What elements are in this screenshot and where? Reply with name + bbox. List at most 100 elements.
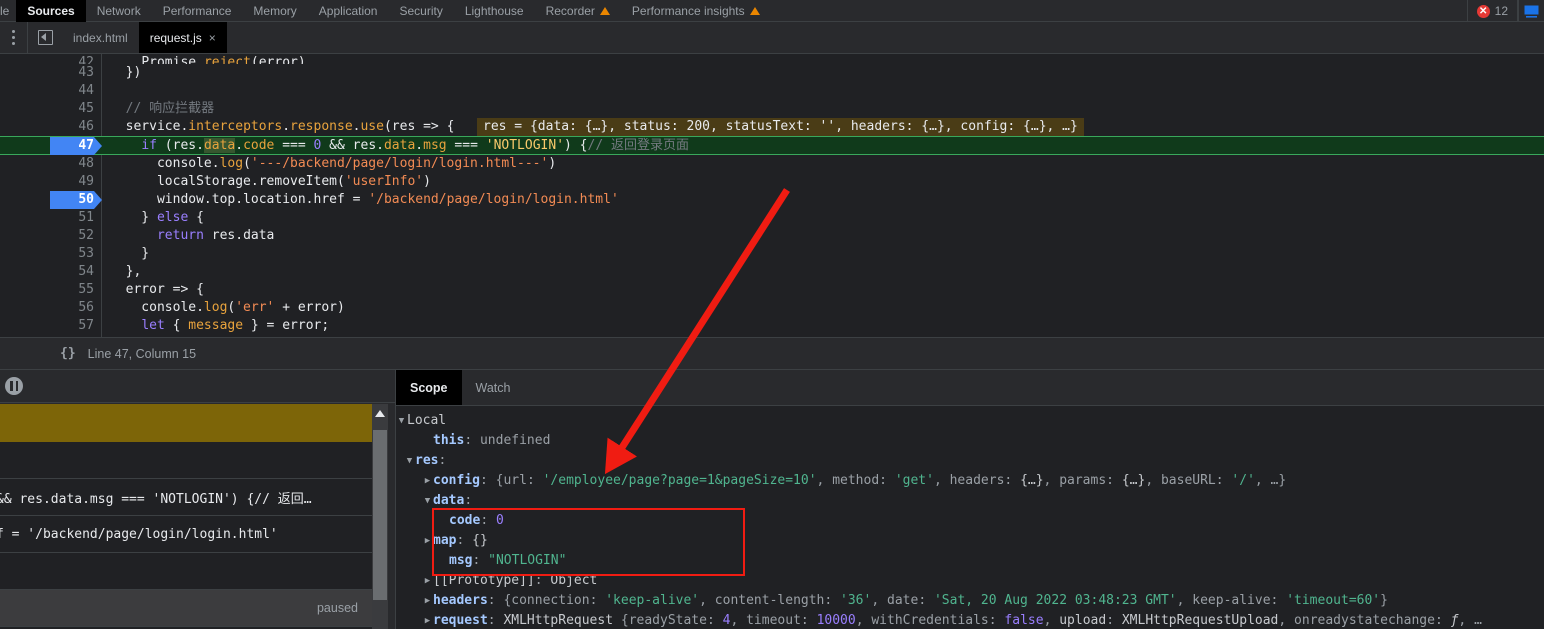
breakpoint-row[interactable] (0, 553, 372, 590)
error-circle-x-icon: ✕ (1476, 4, 1490, 18)
line-number[interactable]: 50 (50, 191, 94, 209)
breakpoint-row[interactable]: && res.data.msg === 'NOTLOGIN') {// 返回… (0, 479, 372, 516)
line-number[interactable]: 42 (50, 54, 94, 64)
scope-row[interactable]: ▶this: undefined (396, 431, 1544, 451)
tab-memory[interactable]: Memory (242, 0, 307, 22)
scope-row[interactable]: ▶ headers: {connection: 'keep-alive', con… (396, 591, 1544, 611)
line-number[interactable]: 52 (50, 227, 94, 245)
scope-row[interactable]: ▼ res: (396, 451, 1544, 471)
scope-row[interactable]: ▶ request: XMLHttpRequest {readyState: 4,… (396, 611, 1544, 629)
line-number[interactable]: 48 (50, 155, 94, 173)
devtools-drawer-icon[interactable] (1518, 0, 1544, 22)
code-line[interactable]: 50 window.top.location.href = '/backend/… (0, 191, 1544, 209)
breakpoint-row[interactable] (0, 404, 372, 442)
code-line[interactable]: 46 service.interceptors.response.use(res… (0, 118, 1544, 136)
tab-label: Sources (27, 4, 75, 18)
line-number[interactable]: 54 (50, 263, 94, 281)
code-line[interactable]: 51 } else { (0, 209, 1544, 227)
code-line[interactable]: 42 Promise.reject(error) (0, 54, 1544, 64)
code-line[interactable]: 55 error => { (0, 281, 1544, 299)
code-line[interactable]: 52 return res.data (0, 227, 1544, 245)
line-number[interactable]: 43 (50, 64, 94, 82)
scope-row[interactable]: ▼ Local (396, 411, 1544, 431)
chevron-right-icon[interactable]: ▶ (422, 571, 433, 591)
tab-watch[interactable]: Watch (462, 370, 525, 405)
breakpoint-marker[interactable] (94, 191, 102, 209)
breakpoint-marker[interactable] (94, 137, 102, 155)
pretty-print-icon[interactable]: {} (60, 346, 76, 361)
code-line[interactable]: 43 }) (0, 64, 1544, 82)
scope-row[interactable]: ▶ map: {} (396, 531, 1544, 551)
scrollbar-thumb[interactable] (373, 430, 387, 600)
code-line[interactable]: 54 }, (0, 263, 1544, 281)
line-number[interactable]: 49 (50, 173, 94, 191)
line-number[interactable]: 55 (50, 281, 94, 299)
line-number[interactable]: 51 (50, 209, 94, 227)
breakpoints-scrollbar[interactable] (372, 404, 388, 629)
tab-scope[interactable]: Scope (396, 370, 462, 405)
chevron-right-icon[interactable]: ▶ (422, 531, 433, 551)
scope-tree[interactable]: ▼Local▶this: undefined▼res:▶config: {url… (396, 406, 1544, 629)
scope-property-name: data (433, 493, 465, 508)
breakpoint-row[interactable] (0, 442, 372, 479)
code-line[interactable]: 56 console.log('err' + error) (0, 299, 1544, 317)
tab-application[interactable]: Application (308, 0, 389, 22)
breakpoint-row[interactable]: f = '/backend/page/login/login.html' (0, 516, 372, 553)
chevron-down-icon[interactable]: ▼ (422, 491, 433, 511)
scope-property-value-part: '/employee/page?page=1&pageSize=10' (542, 473, 817, 488)
scroll-up-arrow-icon[interactable] (375, 410, 385, 417)
line-number[interactable]: 56 (50, 299, 94, 317)
code-line[interactable]: 45 // 响应拦截器 (0, 100, 1544, 118)
debugger-sidebar: && res.data.msg === 'NOTLOGIN') {// 返回… f… (0, 370, 395, 629)
file-tab-index-html[interactable]: index.html (62, 22, 139, 53)
error-count-badge[interactable]: ✕ 12 (1466, 0, 1518, 22)
show-navigator-icon[interactable] (28, 22, 62, 53)
scope-row[interactable]: ▶ [[Prototype]]: Object (396, 571, 1544, 591)
chevron-right-icon[interactable]: ▶ (422, 591, 433, 611)
tab-recorder[interactable]: Recorder (535, 0, 621, 22)
tab-security[interactable]: Security (388, 0, 453, 22)
scope-row[interactable]: ▶ config: {url: '/employee/page?page=1&pa… (396, 471, 1544, 491)
scope-property-value-part: connection (511, 593, 590, 608)
chevron-right-icon[interactable]: ▶ (422, 611, 433, 629)
line-number[interactable]: 46 (50, 118, 94, 136)
line-number[interactable]: 45 (50, 100, 94, 118)
more-options-kebab-icon[interactable] (0, 22, 28, 53)
code-line[interactable]: 47 if (res.data.code === 0 && res.data.m… (0, 136, 1544, 155)
chevron-down-icon[interactable]: ▼ (396, 411, 407, 431)
tab-sources[interactable]: Sources (16, 0, 86, 22)
tab-network[interactable]: Network (86, 0, 152, 22)
code-line[interactable]: 53 } (0, 245, 1544, 263)
line-number[interactable]: 44 (50, 82, 94, 100)
scope-property-value-part: : (1004, 473, 1021, 488)
chevron-right-icon[interactable]: ▶ (438, 551, 449, 571)
paused-status-label: paused (0, 590, 372, 627)
code-line[interactable]: 44 (0, 82, 1544, 100)
code-line[interactable]: 57 let { message } = error; (0, 317, 1544, 335)
code-text: window.top.location.href = '/backend/pag… (110, 192, 619, 207)
pause-on-exceptions-icon[interactable] (5, 377, 23, 395)
line-number[interactable]: 57 (50, 317, 94, 335)
line-number[interactable]: 53 (50, 245, 94, 263)
code-line[interactable]: 49 localStorage.removeItem('userInfo') (0, 173, 1544, 191)
tab-lighthouse[interactable]: Lighthouse (454, 0, 535, 22)
scope-row[interactable]: ▶msg: "NOTLOGIN" (396, 551, 1544, 571)
line-number[interactable]: 47 (50, 137, 94, 155)
chevron-right-icon[interactable]: ▶ (422, 471, 433, 491)
file-tab-request-js[interactable]: request.js × (138, 22, 227, 53)
scope-row[interactable]: ▶code: 0 (396, 511, 1544, 531)
scope-property-value-part: , …} (1254, 473, 1287, 488)
chevron-right-icon[interactable]: ▶ (422, 431, 433, 451)
tab-console-clipped[interactable]: le (0, 0, 16, 22)
breakpoints-list[interactable]: && res.data.msg === 'NOTLOGIN') {// 返回… f… (0, 404, 372, 629)
code-line[interactable]: 48 console.log('---/backend/page/login/l… (0, 155, 1544, 173)
chevron-down-icon[interactable]: ▼ (404, 451, 415, 471)
close-icon[interactable]: × (209, 31, 216, 45)
scope-property-value-part: : (1215, 473, 1232, 488)
chevron-right-icon[interactable]: ▶ (438, 511, 449, 531)
tab-performance-insights[interactable]: Performance insights (621, 0, 771, 22)
scope-row[interactable]: ▼ data: (396, 491, 1544, 511)
source-code-editor[interactable]: 42 Promise.reject(error) 43 }) 44 45 // 响应拦… (0, 54, 1544, 337)
scope-property-value-part: : (824, 593, 841, 608)
tab-performance[interactable]: Performance (152, 0, 243, 22)
